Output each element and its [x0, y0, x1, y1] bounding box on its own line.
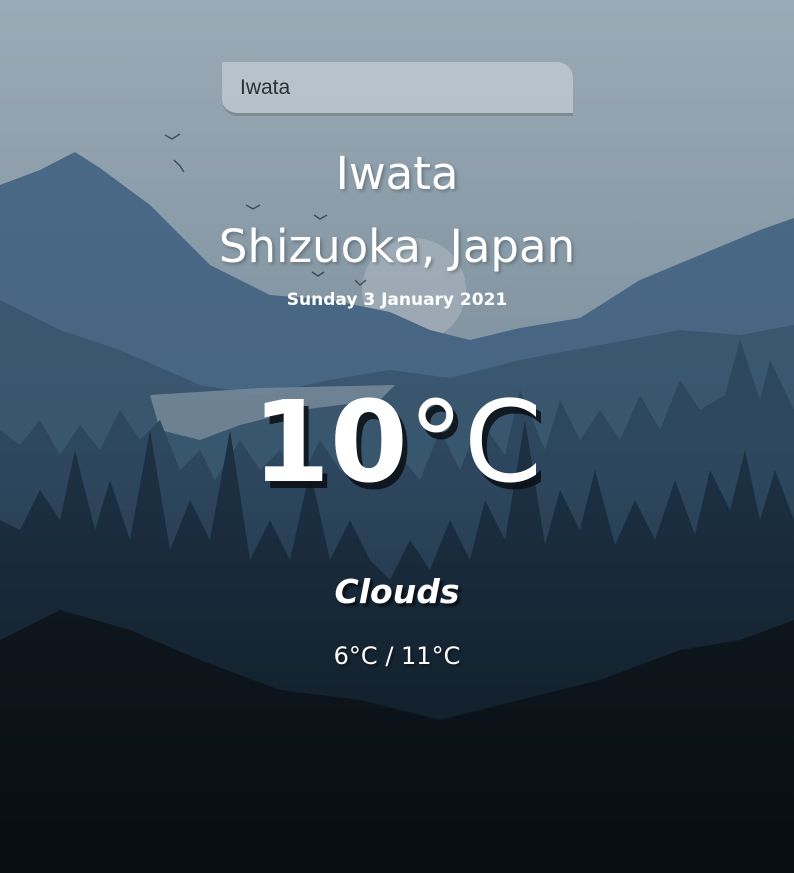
current-temperature: 10°C — [0, 375, 794, 511]
date-label: Sunday 3 January 2021 — [286, 290, 508, 310]
search-input[interactable] — [222, 62, 573, 116]
min-max-temperature: 6°C / 11°C — [333, 642, 461, 670]
temperature-unit: °C — [407, 378, 543, 508]
temperature-value: 10 — [251, 378, 408, 508]
weather-condition: Clouds — [334, 572, 460, 611]
city-name: Iwata — [335, 147, 459, 200]
search-box[interactable] — [222, 62, 573, 116]
region-name: Shizuoka, Japan — [218, 220, 576, 273]
